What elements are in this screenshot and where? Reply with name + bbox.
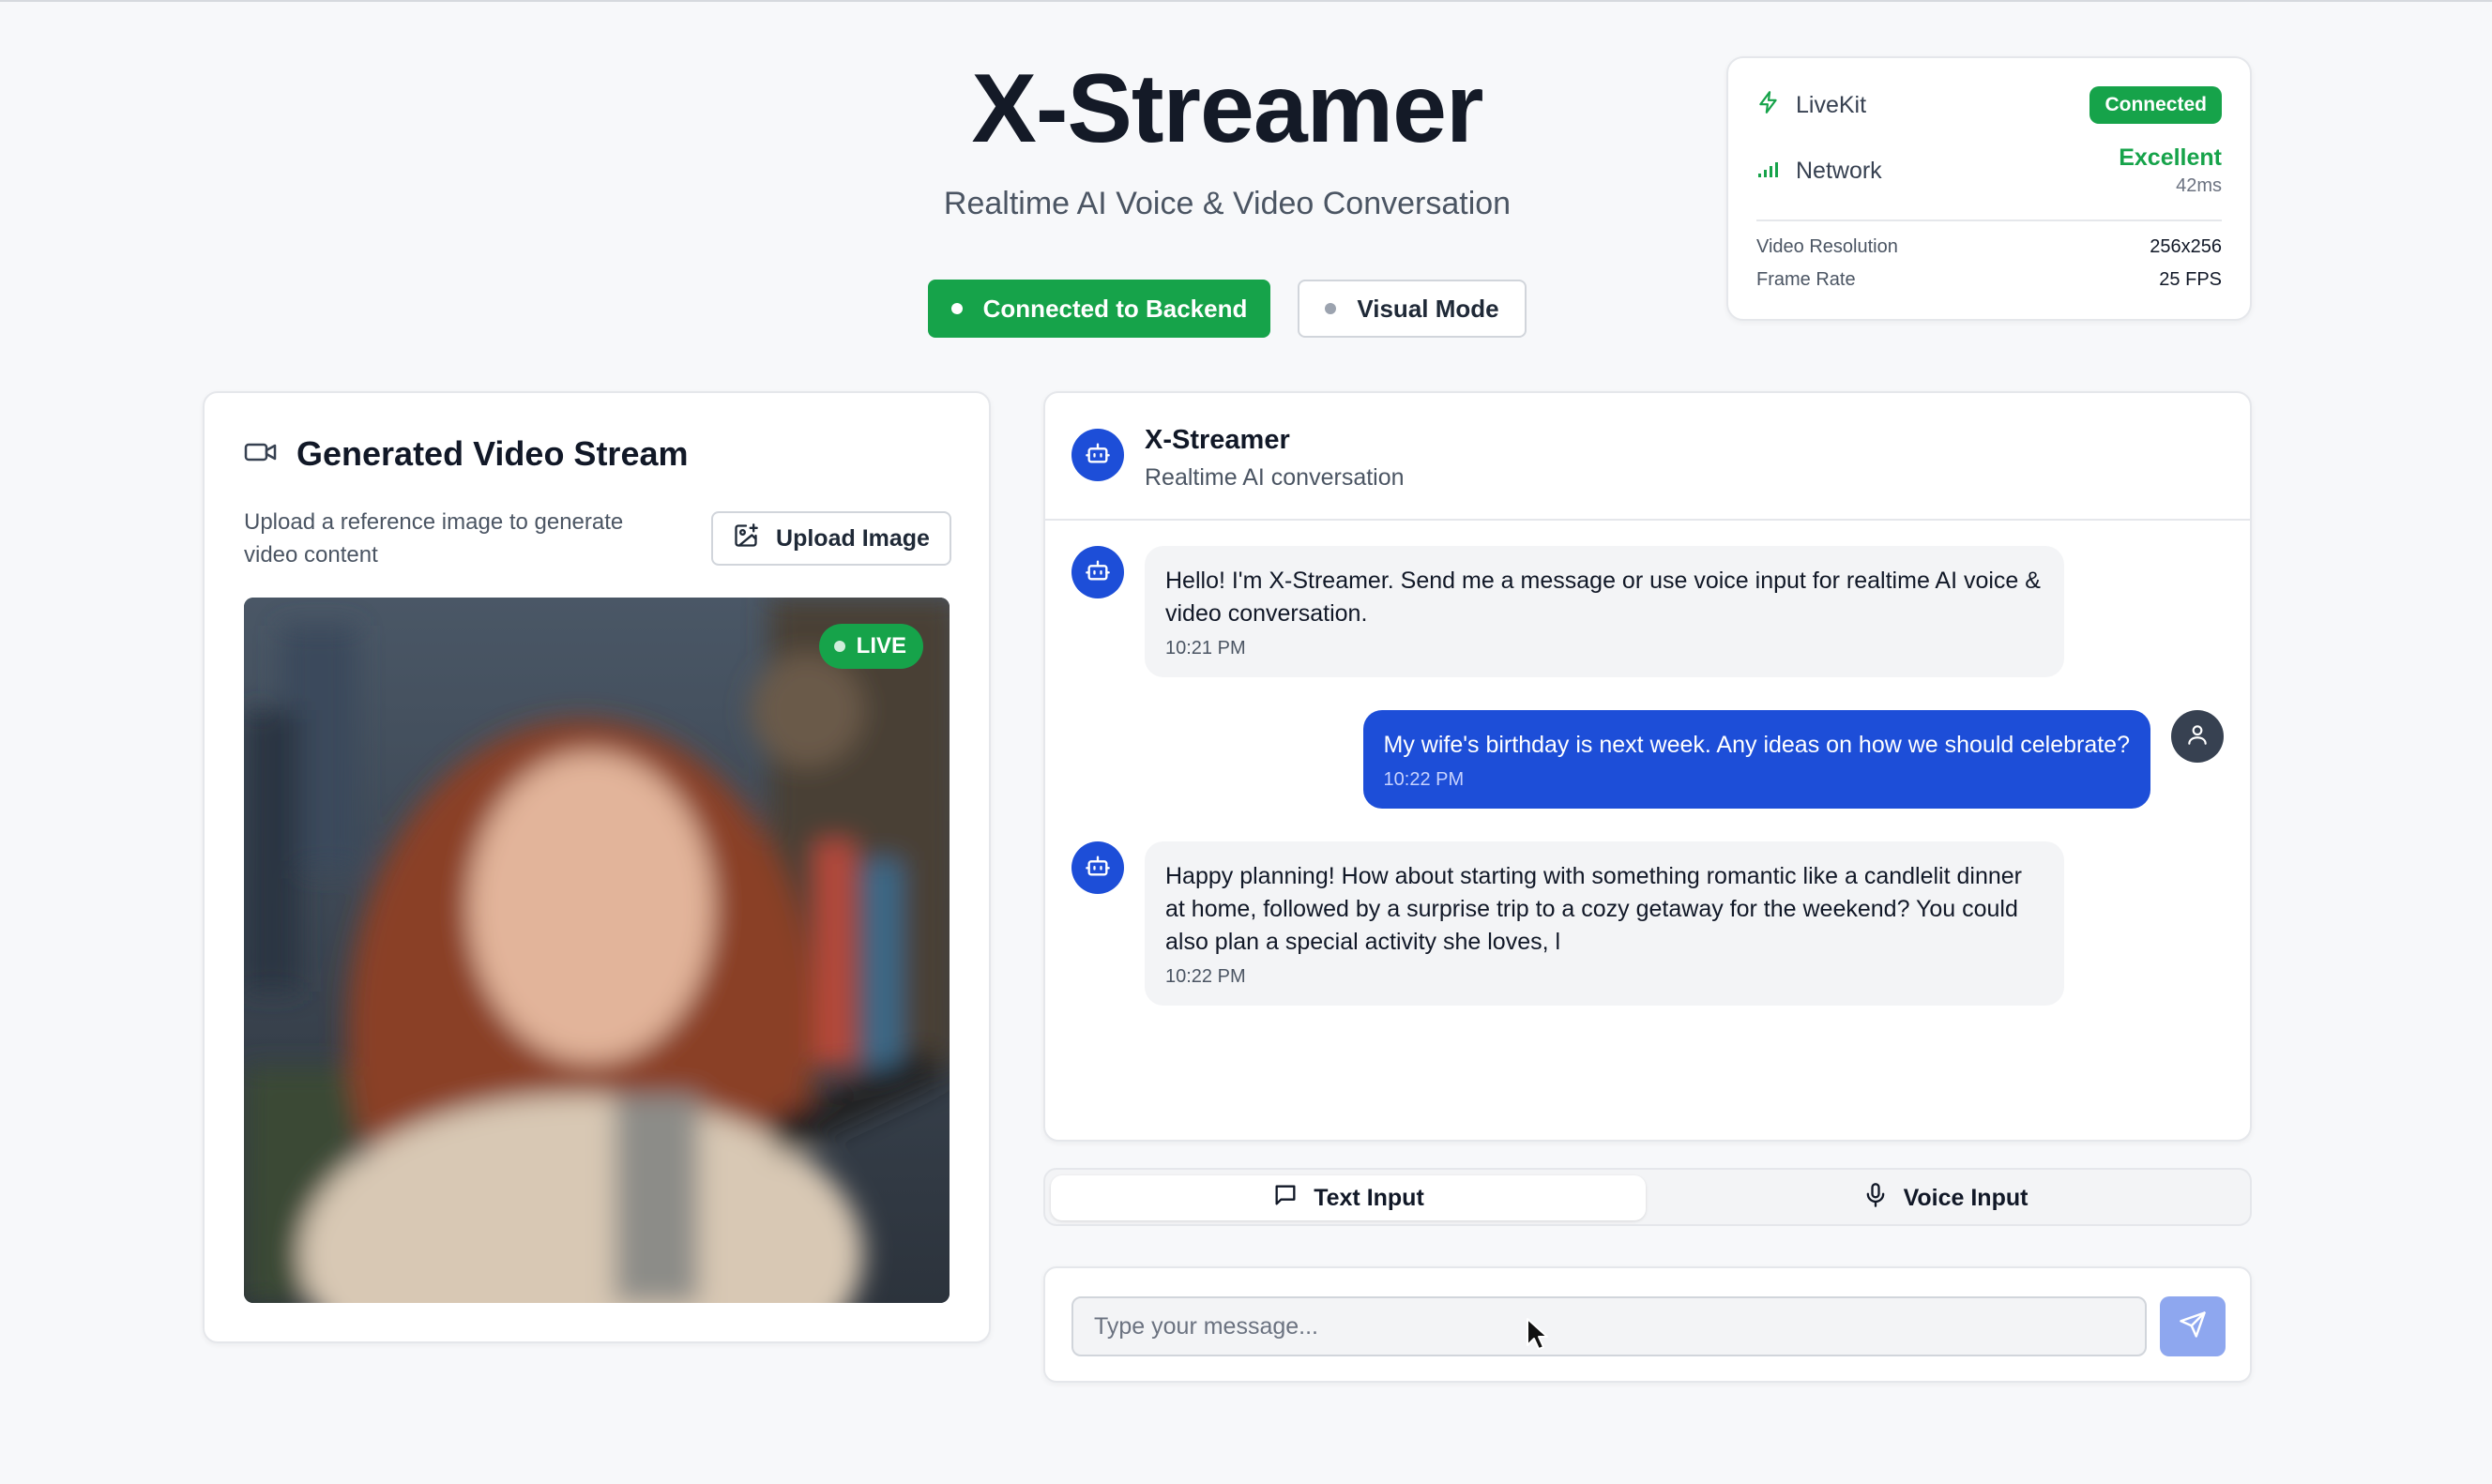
live-dot-icon xyxy=(833,641,845,652)
assistant-message: Hello! I'm X-Streamer. Send me a message… xyxy=(1145,546,2064,677)
user-avatar xyxy=(2171,710,2224,763)
chat-panel: X-Streamer Realtime AI conversation Hell… xyxy=(1043,391,2252,1142)
video-resolution-row: Video Resolution 256x256 xyxy=(1756,236,2222,258)
video-frame-image xyxy=(244,598,950,1303)
live-badge-label: LIVE xyxy=(856,633,906,659)
network-quality: Excellent xyxy=(2119,144,2222,171)
network-row: Network Excellent 42ms xyxy=(1756,144,2222,197)
status-dot-icon xyxy=(950,303,963,314)
upload-image-button[interactable]: Upload Image xyxy=(711,511,951,566)
bot-avatar xyxy=(1071,429,1124,481)
chat-bubble-icon xyxy=(1272,1182,1299,1215)
frame-rate-label: Frame Rate xyxy=(1756,269,1856,290)
bot-avatar xyxy=(1071,546,1124,598)
status-dot-icon xyxy=(1325,303,1337,314)
video-panel-title: Generated Video Stream xyxy=(296,434,689,473)
bot-avatar xyxy=(1071,841,1124,894)
chat-header: X-Streamer Realtime AI conversation xyxy=(1045,393,2250,521)
video-stream-panel: Generated Video Stream Upload a referenc… xyxy=(203,391,991,1343)
message-time: 10:22 PM xyxy=(1165,966,1246,987)
message-time: 10:21 PM xyxy=(1165,638,1246,659)
text-input-tab-label: Text Input xyxy=(1314,1184,1424,1211)
visual-mode-button[interactable]: Visual Mode xyxy=(1298,280,1527,338)
network-latency: 42ms xyxy=(2176,175,2222,196)
chat-bot-name: X-Streamer xyxy=(1145,425,1290,455)
message-time: 10:22 PM xyxy=(1383,769,1465,790)
bot-icon xyxy=(1085,557,1111,588)
network-label: Network xyxy=(1796,157,1882,184)
message-text: My wife's birthday is next week. Any ide… xyxy=(1383,732,2130,758)
voice-input-tab-label: Voice Input xyxy=(1903,1184,2029,1211)
message-composer xyxy=(1043,1266,2252,1383)
message-text: Happy planning! How about starting with … xyxy=(1165,863,2023,955)
message-input[interactable] xyxy=(1071,1296,2147,1356)
connection-status-card: LiveKit Connected Network Excellent 42ms… xyxy=(1726,56,2252,321)
lightning-icon xyxy=(1756,88,1781,123)
message-text: Hello! I'm X-Streamer. Send me a message… xyxy=(1165,568,2041,627)
livekit-status-badge: Connected xyxy=(2089,86,2222,124)
video-panel-header: Generated Video Stream xyxy=(244,434,689,474)
bot-icon xyxy=(1085,440,1111,471)
video-resolution-label: Video Resolution xyxy=(1756,236,1898,257)
microphone-icon xyxy=(1862,1182,1889,1215)
send-button[interactable] xyxy=(2160,1296,2226,1356)
chat-bot-subtitle: Realtime AI conversation xyxy=(1145,464,1405,491)
status-divider xyxy=(1756,220,2222,221)
user-message: My wife's birthday is next week. Any ide… xyxy=(1362,710,2150,809)
assistant-message: Happy planning! How about starting with … xyxy=(1145,841,2064,1006)
video-resolution-value: 256x256 xyxy=(2150,236,2222,257)
connected-button-label: Connected to Backend xyxy=(982,294,1248,323)
mouse-cursor-icon xyxy=(1526,1317,1548,1355)
video-camera-icon xyxy=(244,434,278,474)
connected-to-backend-button[interactable]: Connected to Backend xyxy=(928,280,1270,338)
video-panel-description: Upload a reference image to generate vid… xyxy=(244,509,624,568)
frame-rate-value: 25 FPS xyxy=(2159,269,2222,290)
input-mode-tabs: Text Input Voice Input xyxy=(1043,1168,2252,1226)
signal-bars-icon xyxy=(1756,157,1781,186)
visual-mode-label: Visual Mode xyxy=(1357,294,1499,323)
image-plus-icon xyxy=(733,522,759,555)
livekit-row: LiveKit Connected xyxy=(1756,86,2222,124)
livekit-label: LiveKit xyxy=(1796,91,1867,118)
user-icon xyxy=(2185,722,2210,751)
frame-rate-row: Frame Rate 25 FPS xyxy=(1756,269,2222,291)
send-icon xyxy=(2179,1310,2207,1343)
tab-text-input[interactable]: Text Input xyxy=(1051,1175,1646,1220)
video-stream-frame: LIVE xyxy=(244,598,950,1303)
upload-image-label: Upload Image xyxy=(776,524,930,552)
bot-icon xyxy=(1085,853,1111,884)
tab-voice-input[interactable]: Voice Input xyxy=(1648,1175,2242,1220)
live-badge: LIVE xyxy=(818,624,923,669)
